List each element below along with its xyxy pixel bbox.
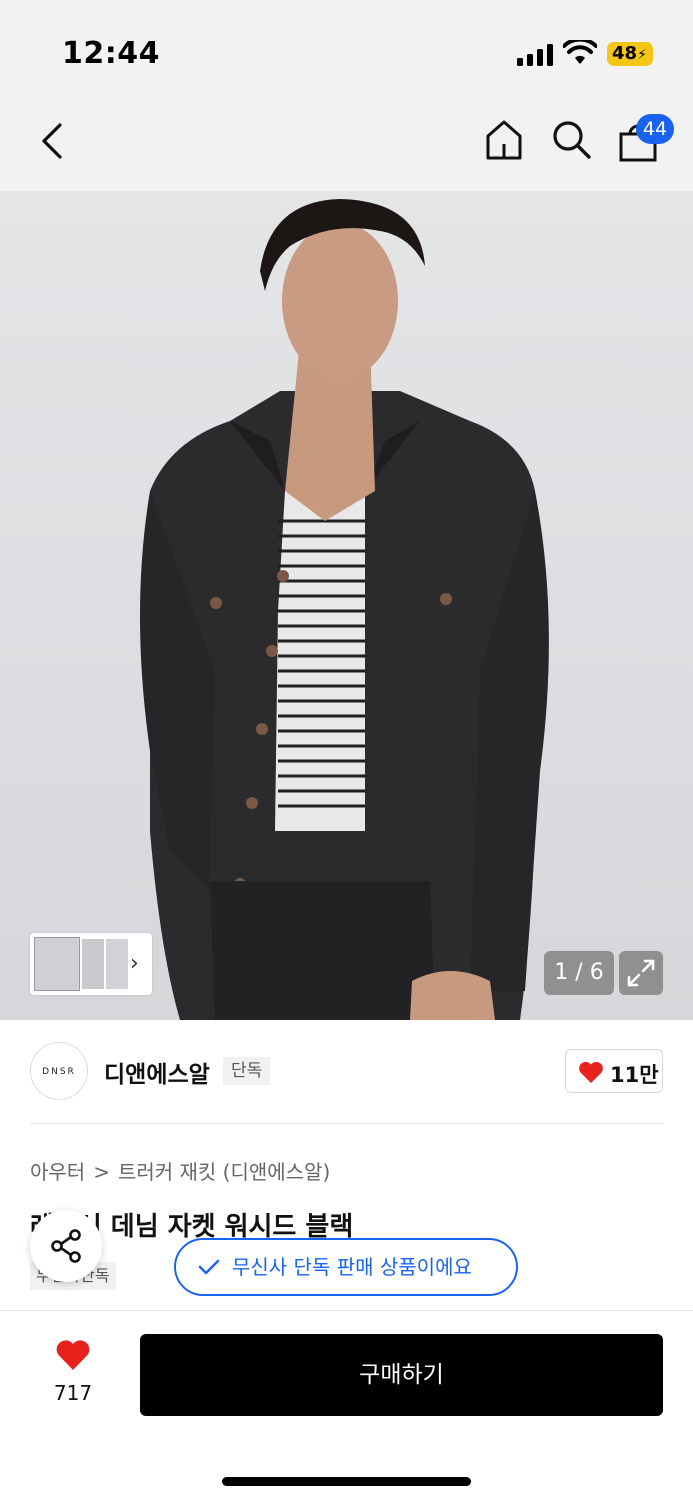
heart-icon	[579, 1061, 603, 1083]
chevron-right-icon[interactable]: ›	[130, 951, 139, 976]
search-icon[interactable]	[550, 118, 592, 160]
divider	[30, 1123, 663, 1124]
brand-name[interactable]: 디앤에스알	[104, 1055, 210, 1089]
wifi-icon	[563, 40, 597, 64]
charging-icon: ⚡	[637, 47, 647, 63]
home-indicator[interactable]	[222, 1477, 471, 1486]
thumbnail-image[interactable]	[82, 939, 104, 989]
breadcrumb-item[interactable]: 아우터	[30, 1156, 85, 1185]
image-page-indicator: 1 / 6	[544, 951, 614, 995]
navigation-bar: 44	[0, 96, 693, 191]
thumbnail-image[interactable]	[106, 939, 128, 989]
brand-like-count: 11만	[610, 1063, 659, 1087]
buy-button[interactable]: 구매하기	[140, 1334, 663, 1416]
status-bar: 12:44 48⚡	[0, 0, 693, 96]
thumbnail-image[interactable]	[34, 937, 80, 991]
cart-count-badge: 44	[636, 114, 674, 144]
breadcrumb-item[interactable]: 트러커 재킷 (디앤에스알)	[118, 1156, 330, 1185]
bottom-action-bar: 717 구매하기	[0, 1310, 693, 1500]
breadcrumb-separator: >	[93, 1160, 110, 1184]
status-time: 12:44	[62, 36, 160, 71]
product-image-gallery[interactable]: › 1 / 6	[0, 191, 693, 1020]
share-icon	[51, 1229, 81, 1263]
back-arrow-icon[interactable]	[36, 121, 70, 161]
expand-icon	[627, 959, 655, 987]
category-breadcrumb: 아우터 > 트러커 재킷 (디앤에스알)	[30, 1156, 330, 1185]
share-button[interactable]	[30, 1210, 102, 1282]
battery-level: 48	[612, 43, 638, 64]
product-like-count: 717	[53, 1381, 93, 1405]
check-icon	[198, 1259, 220, 1275]
home-icon[interactable]	[484, 118, 524, 162]
brand-logo[interactable]: DNSR	[30, 1042, 88, 1100]
cellular-signal-icon	[517, 44, 553, 66]
expand-button[interactable]	[619, 951, 663, 995]
brand-like-button[interactable]: 11만	[565, 1049, 663, 1093]
toast-message: 무신사 단독 판매 상품이에요	[232, 1255, 472, 1279]
product-photo	[140, 199, 549, 1020]
exclusive-toast: 무신사 단독 판매 상품이에요	[174, 1238, 518, 1296]
heart-icon[interactable]	[55, 1339, 91, 1371]
thumbnail-strip[interactable]: ›	[30, 933, 152, 995]
exclusive-tag: 단독	[223, 1057, 271, 1085]
battery-indicator: 48⚡	[607, 42, 653, 66]
